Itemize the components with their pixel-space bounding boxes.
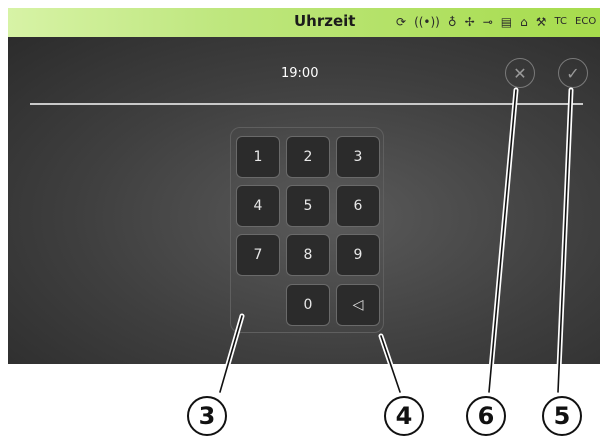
callout-leaders (217, 87, 574, 395)
callout-4: 4 (384, 396, 424, 436)
callout-5: 5 (542, 396, 582, 436)
callout-6: 6 (466, 396, 506, 436)
callout-3: 3 (187, 396, 227, 436)
